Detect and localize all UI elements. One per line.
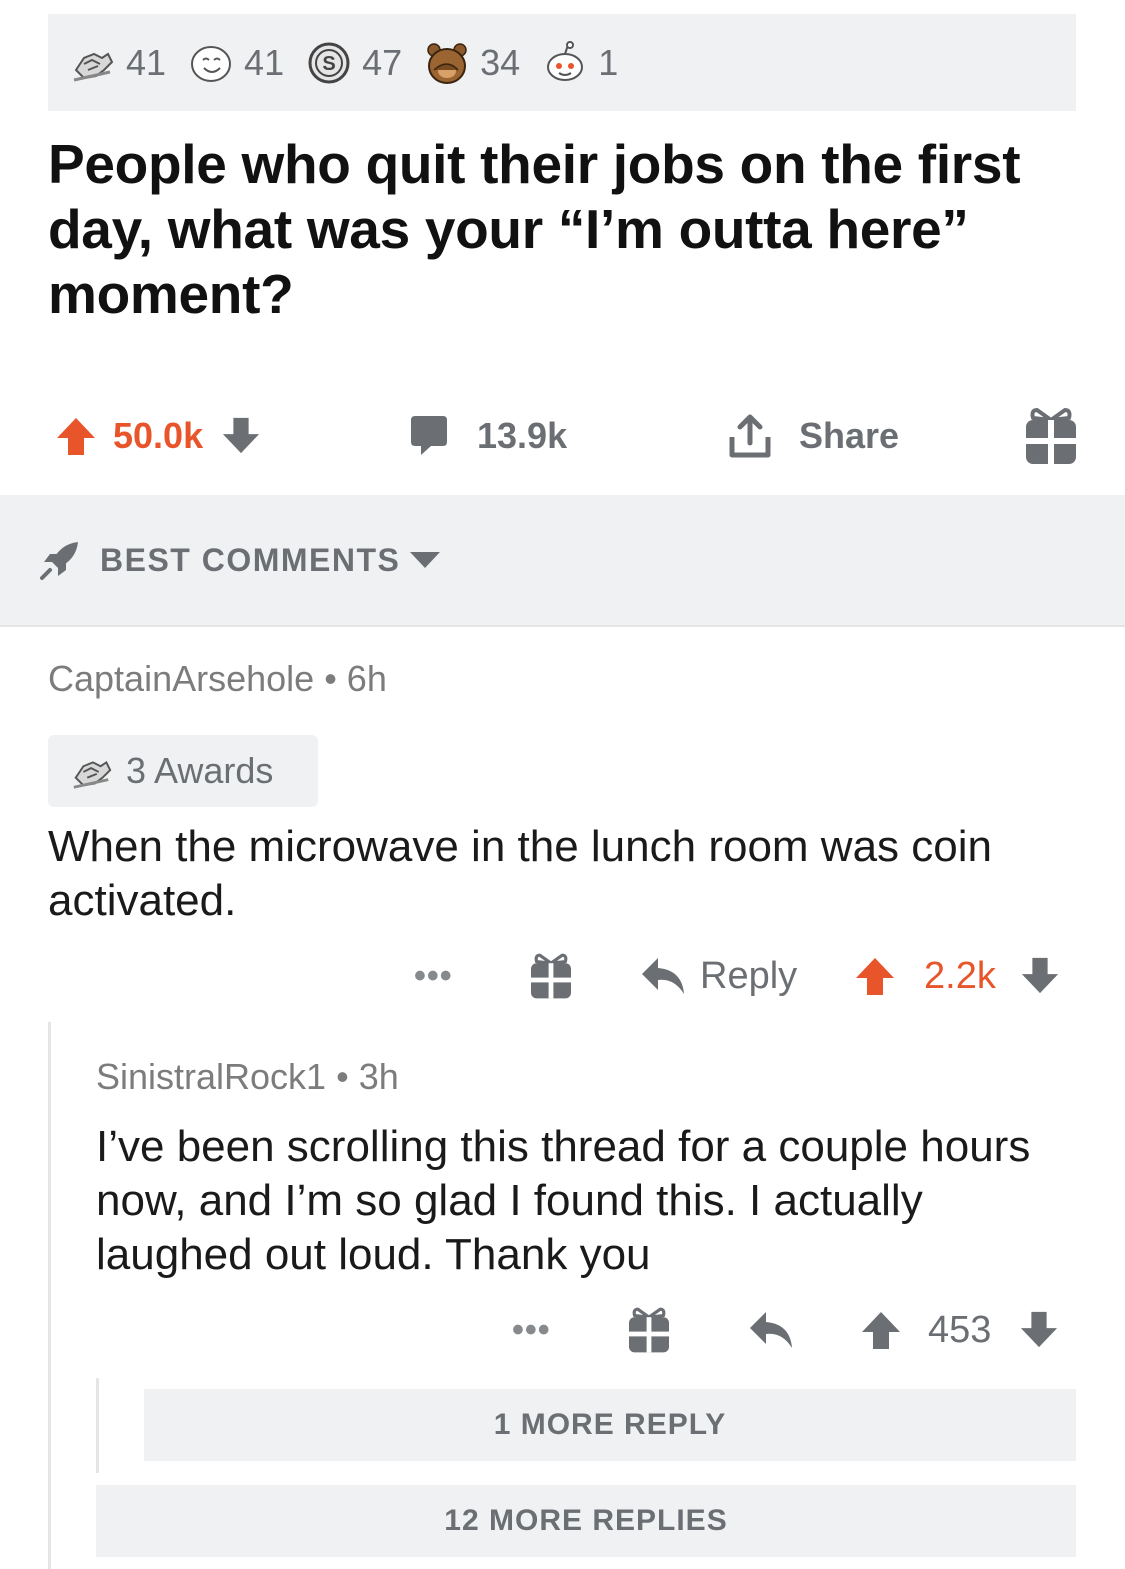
share-button[interactable]: Share (727, 404, 899, 468)
comment-vote-group: 2.2k (854, 946, 1060, 1006)
award-snoo[interactable]: 1 (542, 40, 618, 86)
comment-author[interactable]: CaptainArsehole (48, 658, 314, 699)
awards-bar: 41 41 S 47 34 1 (48, 14, 1076, 111)
give-award-button[interactable] (528, 946, 574, 1006)
helpful-hands-icon (73, 52, 114, 81)
award-count: 41 (126, 41, 167, 83)
comment-author[interactable]: SinistralRock1 (96, 1056, 326, 1097)
give-award-button[interactable] (626, 1300, 672, 1360)
comment-body: When the microwave in the lunch room was… (48, 822, 992, 925)
reply-label: Reply (700, 954, 798, 997)
share-icon (729, 414, 771, 458)
thread-line[interactable] (96, 1378, 99, 1473)
comment-score: 2.2k (924, 954, 996, 997)
comment-action-row: ••• 453 (500, 1300, 1090, 1360)
downvote-icon[interactable] (1019, 1310, 1059, 1350)
downvote-icon[interactable] (1020, 956, 1060, 996)
awards-count-label: 3 Awards (126, 750, 274, 791)
more-options-icon: ••• (512, 1310, 551, 1349)
award-facepalm[interactable]: 34 (424, 40, 520, 86)
award-wholesome[interactable]: 41 (188, 40, 284, 86)
reply-arrow-icon (642, 958, 684, 994)
gift-icon (1026, 408, 1076, 464)
reply-button[interactable] (748, 1300, 794, 1360)
comments-button[interactable]: 13.9k (407, 404, 567, 468)
sort-label: BEST COMMENTS (100, 541, 401, 578)
chevron-down-icon (410, 552, 441, 568)
load-more-replies-button[interactable]: 1 MORE REPLY (144, 1389, 1076, 1461)
wholesome-face-icon (191, 45, 232, 82)
comment-age: 6h (346, 658, 387, 699)
upvote-icon[interactable] (854, 955, 896, 997)
comment-meta: SinistralRock1 • 3h (96, 1056, 399, 1098)
award-helpful[interactable]: 41 (70, 40, 166, 86)
downvote-icon[interactable] (221, 416, 261, 456)
load-more-replies-button[interactable]: 12 MORE REPLIES (96, 1485, 1076, 1557)
give-award-button[interactable] (1023, 404, 1079, 468)
more-options-icon: ••• (414, 956, 453, 995)
award-count: 1 (598, 41, 619, 83)
rocket-icon (40, 542, 78, 580)
gift-icon (629, 1307, 669, 1353)
thread-line[interactable] (48, 1022, 51, 1569)
upvote-icon[interactable] (860, 1309, 902, 1351)
more-options-button[interactable]: ••• (414, 946, 453, 1006)
comment-count: 13.9k (477, 415, 568, 456)
silver-coin-icon: S (308, 42, 350, 83)
post-title: People who quit their jobs on the first … (48, 133, 1021, 325)
gift-icon (531, 953, 571, 999)
reply-arrow-icon (750, 1312, 792, 1348)
comment-action-row: ••• Reply 2.2k (400, 946, 1090, 1006)
comment-awards-chip[interactable]: 3 Awards (48, 735, 318, 807)
meta-separator: • (324, 658, 347, 699)
reply-button[interactable]: Reply (640, 946, 797, 1006)
comment-score: 453 (928, 1308, 992, 1351)
share-label: Share (799, 415, 900, 456)
meta-separator: • (336, 1056, 359, 1097)
award-count: 34 (480, 41, 521, 83)
comment-vote-group: 453 (860, 1300, 1059, 1360)
award-count: 41 (244, 41, 285, 83)
upvote-icon[interactable] (55, 415, 97, 457)
helpful-hands-icon (73, 760, 112, 789)
award-silver[interactable]: S 47 (306, 40, 402, 86)
post-vote-group: 50.0k (55, 404, 261, 468)
comment-age: 3h (358, 1056, 399, 1097)
award-count: 47 (362, 41, 403, 83)
comment-body: I’ve been scrolling this thread for a co… (96, 1122, 1031, 1279)
snoo-face-icon (547, 40, 584, 81)
post-score: 50.0k (113, 415, 204, 456)
comment-bubble-icon (411, 416, 447, 455)
facepalm-bear-icon (427, 42, 467, 84)
comment-meta: CaptainArsehole • 6h (48, 658, 387, 700)
comment-sort-bar[interactable]: BEST COMMENTS (0, 495, 1125, 627)
svg-text:S: S (322, 53, 335, 75)
post-action-row: 50.0k 13.9k Share (55, 404, 1085, 468)
more-options-button[interactable]: ••• (512, 1300, 551, 1360)
